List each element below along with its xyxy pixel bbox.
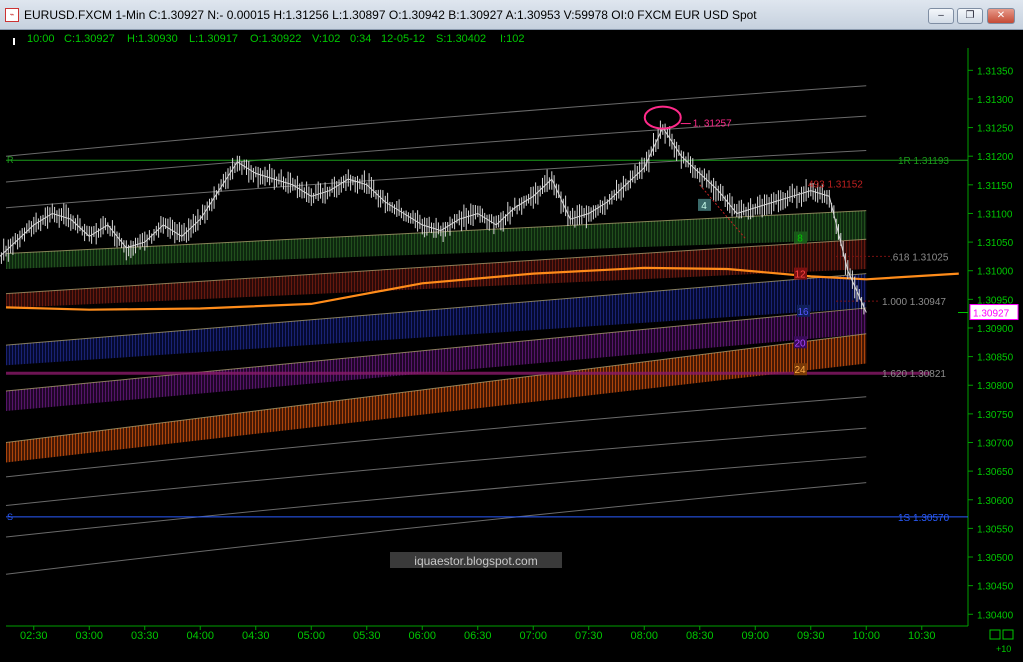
status-low: L:1.30917 bbox=[189, 33, 238, 45]
price-tick-label: 1.30800 bbox=[977, 381, 1014, 392]
time-tick-label: 07:00 bbox=[519, 630, 547, 642]
zoom-controls[interactable]: +10 bbox=[989, 629, 1014, 654]
close-icon[interactable]: ✕ bbox=[987, 8, 1015, 24]
price-tick-label: 1.31250 bbox=[977, 124, 1014, 135]
status-high: H:1.30930 bbox=[127, 33, 178, 45]
time-axis: 02:30 03:00 03:30 04:00 04:30 05:00 05:30 06:00… bbox=[20, 626, 936, 642]
last-price-label: 1.30927 bbox=[973, 309, 1010, 320]
time-tick-label: 03:30 bbox=[131, 630, 159, 642]
status-close: C:1.30927 bbox=[64, 33, 115, 45]
price-tick-label: 1.31200 bbox=[977, 152, 1014, 163]
time-tick-label: 10:00 bbox=[852, 630, 880, 642]
minimize-icon[interactable]: – bbox=[928, 8, 954, 24]
price-tick-label: 1.30450 bbox=[977, 582, 1014, 593]
time-tick-label: 04:30 bbox=[242, 630, 270, 642]
support-label: 1S 1.30570 bbox=[898, 513, 950, 524]
time-tick-label: 06:00 bbox=[408, 630, 436, 642]
price-tick-label: 1.30900 bbox=[977, 324, 1014, 335]
status-time: 10:00 bbox=[27, 33, 55, 45]
band-marker: 16 bbox=[797, 304, 810, 318]
cursor-marker bbox=[13, 38, 15, 45]
resistance-axis-tag: R bbox=[7, 155, 14, 165]
watermark-text: iquaestor.blogspot.com bbox=[414, 554, 537, 568]
window-title: EURUSD.FXCM 1-Min C:1.30927 N:- 0.00015 … bbox=[24, 8, 757, 22]
band-marker: 20 bbox=[794, 336, 807, 349]
price-tick-label: 1.30750 bbox=[977, 410, 1014, 421]
price-tick-label: 1.30550 bbox=[977, 524, 1014, 535]
fib-1620-label: 1.620 1.30821 bbox=[882, 369, 946, 380]
band-marker-label: 24 bbox=[794, 365, 806, 376]
time-tick-label: 08:00 bbox=[630, 630, 658, 642]
band-marker-label: 12 bbox=[794, 270, 806, 281]
fib-1000-label: 1.000 1.30947 bbox=[882, 297, 946, 308]
price-tick-label: 1.31050 bbox=[977, 238, 1014, 249]
price-tick-label: 1.31300 bbox=[977, 95, 1014, 106]
envelope-line bbox=[5, 149, 867, 209]
resistance-label: 1R 1.31193 bbox=[898, 156, 949, 167]
price-tick-label: 1.31000 bbox=[977, 267, 1014, 278]
band-marker-label: 20 bbox=[794, 338, 806, 349]
band-marker: 12 bbox=[794, 267, 807, 281]
band-marker-label: 16 bbox=[797, 307, 809, 318]
price-tick-label: 1.30700 bbox=[977, 438, 1014, 449]
time-tick-label: 04:00 bbox=[186, 630, 214, 642]
time-tick-label: 09:30 bbox=[797, 630, 825, 642]
price-chart[interactable]: 10:00 C:1.30927 H:1.30930 L:1.30917 O:1.… bbox=[0, 30, 1023, 662]
band-marker-label: 8 bbox=[797, 234, 803, 245]
time-tick-label: 03:00 bbox=[75, 630, 103, 642]
price-axis: 1.31350 1.31300 1.31250 1.31200 1.31150 1.311… bbox=[968, 66, 1014, 621]
status-volume: V:102 bbox=[312, 33, 340, 45]
price-tick-label: 1.30400 bbox=[977, 610, 1014, 621]
ohlc-status-bar: 10:00 C:1.30927 H:1.30930 L:1.30917 O:1.… bbox=[13, 33, 524, 45]
status-date: 12-05-12 bbox=[381, 33, 425, 45]
band-marker: 4 bbox=[698, 198, 711, 212]
time-tick-label: 06:30 bbox=[464, 630, 492, 642]
status-settle: S:1.30402 bbox=[436, 33, 486, 45]
chart-app-icon: ⌁ bbox=[5, 8, 19, 22]
status-open: O:1.30922 bbox=[250, 33, 301, 45]
band-marker: 8 bbox=[794, 231, 807, 245]
time-tick-label: 02:30 bbox=[20, 630, 48, 642]
watermark: iquaestor.blogspot.com bbox=[390, 552, 562, 568]
time-tick-label: 08:30 bbox=[686, 630, 714, 642]
status-bar-time: 0:34 bbox=[350, 33, 371, 45]
time-tick-label: 07:30 bbox=[575, 630, 603, 642]
price-tick-label: 1.30500 bbox=[977, 553, 1014, 564]
envelope-line bbox=[5, 115, 867, 183]
time-tick-label: 05:00 bbox=[297, 630, 325, 642]
support-axis-tag: S bbox=[7, 512, 13, 522]
price-tick-label: 1.31350 bbox=[977, 66, 1014, 77]
price-tick-label: 1.31100 bbox=[977, 209, 1013, 220]
restore-icon[interactable]: ❐ bbox=[957, 8, 983, 24]
time-tick-label: 09:00 bbox=[741, 630, 769, 642]
time-tick-label: 05:30 bbox=[353, 630, 381, 642]
price-tick-label: 1.30850 bbox=[977, 353, 1014, 364]
window-titlebar[interactable]: ⌁ EURUSD.FXCM 1-Min C:1.30927 N:- 0.0001… bbox=[0, 0, 1023, 30]
fib-618-label: .618 1.31025 bbox=[890, 252, 949, 263]
price-tick-label: 1.31150 bbox=[977, 181, 1013, 192]
price-tick-label: 1.30600 bbox=[977, 496, 1014, 507]
time-tick-label: 10:30 bbox=[908, 630, 936, 642]
peak-label: 1. 31257 bbox=[693, 119, 732, 130]
corner-label: +10 bbox=[996, 644, 1011, 654]
zoom-in-icon[interactable] bbox=[989, 629, 1001, 640]
band-marker: 24 bbox=[794, 363, 807, 376]
zoom-out-icon[interactable] bbox=[1002, 629, 1014, 640]
fib-493-label: 493 1.31152 bbox=[808, 180, 863, 191]
band-marker-label: 4 bbox=[701, 201, 707, 212]
status-open-interest: I:102 bbox=[500, 33, 524, 45]
price-tick-label: 1.30650 bbox=[977, 467, 1014, 478]
